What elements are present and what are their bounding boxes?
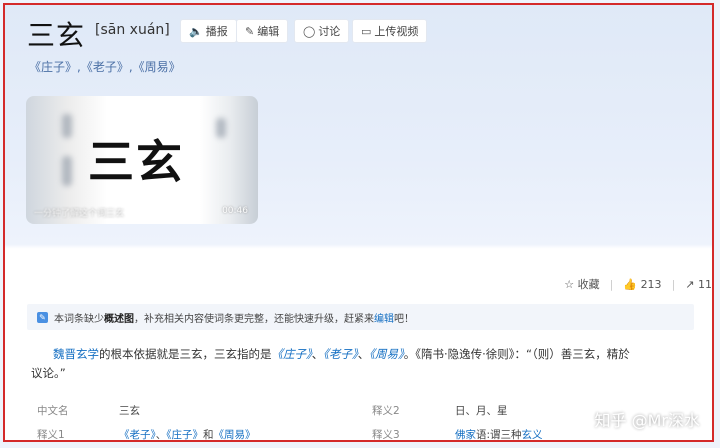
edit-label: 编辑 bbox=[257, 25, 280, 38]
like-count: 213 bbox=[640, 277, 662, 291]
zhouyi-link[interactable]: 《周易》 bbox=[369, 347, 404, 361]
info-xuanyi-link[interactable]: 玄义 bbox=[522, 429, 543, 440]
thumbs-up-icon: 👍 bbox=[623, 277, 638, 291]
page-frame: 三玄 [sān xuán] 🔈 播报 ✎ 编辑 ◯ 讨论 ▭ 上传视频 《庄子》… bbox=[3, 3, 714, 442]
video-thumbnail[interactable]: 三玄 一分钟了解这个词三玄 00:46 bbox=[26, 96, 258, 224]
divider: | bbox=[609, 277, 614, 291]
collect-button[interactable]: ☆ 收藏 bbox=[564, 276, 599, 292]
info-zhuangzi-link[interactable]: 《庄子》 bbox=[166, 429, 203, 440]
speaker-icon: 🔈 bbox=[189, 24, 203, 38]
video-title: 三玄 bbox=[88, 135, 184, 189]
para-sep: 、 bbox=[357, 347, 370, 361]
share-icon: ↗ bbox=[685, 277, 695, 291]
discuss-button[interactable]: ◯ 讨论 bbox=[294, 19, 350, 43]
info-label-meaning1: 释义1 bbox=[37, 429, 65, 441]
video-caption: 一分钟了解这个词三玄 bbox=[34, 209, 125, 219]
pinyin: [sān xuán] bbox=[95, 22, 170, 38]
action-bar: ☆ 收藏 | 👍 213 | ↗ 11 bbox=[564, 276, 712, 292]
laozi-link[interactable]: 《老子》 bbox=[323, 347, 358, 361]
info-sep: 、 bbox=[155, 429, 167, 441]
para-sep: 、 bbox=[311, 347, 324, 361]
edit-button[interactable]: ✎ 编辑 bbox=[236, 19, 289, 43]
star-icon: ☆ bbox=[564, 278, 575, 291]
notice-edit-link[interactable]: 编辑 bbox=[374, 310, 394, 325]
notice-bar: ✎ 本词条缺少 概述图 ，补充相关内容使词条更完整，还能快速升级，赶紧来 编辑 … bbox=[27, 304, 694, 330]
page-title: 三玄 bbox=[27, 19, 86, 52]
info-label-chinese-name: 中文名 bbox=[37, 405, 69, 417]
upload-video-label: 上传视频 bbox=[374, 25, 419, 38]
zhihu-watermark: 知乎 @Mr深水 bbox=[594, 411, 700, 430]
info-laozi-link[interactable]: 《老子》 bbox=[119, 429, 156, 440]
video-blur-shade bbox=[62, 156, 72, 186]
notice-prefix: 本词条缺少 bbox=[54, 313, 104, 325]
info-buddhism-link[interactable]: 佛家 bbox=[455, 429, 476, 440]
pencil-icon: ✎ bbox=[37, 311, 48, 323]
video-blur-shade bbox=[62, 114, 72, 138]
video-icon: ▭ bbox=[361, 24, 372, 38]
share-count: 11 bbox=[698, 277, 712, 291]
related-books-subtitle: 《庄子》,《老子》,《周易》 bbox=[29, 60, 181, 74]
video-blur-shade bbox=[216, 118, 226, 138]
zhuangzi-link[interactable]: 《庄子》 bbox=[272, 347, 312, 361]
info-value-meaning2: 日、月、星 bbox=[455, 405, 508, 417]
share-button[interactable]: ↗ 11 bbox=[685, 278, 712, 291]
info-and: 和 bbox=[203, 429, 214, 441]
info-value-chinese-name: 三玄 bbox=[119, 405, 140, 417]
summary-paragraph: 魏晋玄学的根本依据就是三玄，三玄指的是《庄子》、《老子》、《周易》。《隋书·隐逸… bbox=[31, 345, 699, 383]
para-text3: 议论。” bbox=[31, 366, 66, 380]
edit-icon: ✎ bbox=[245, 24, 255, 38]
para-text2: 。《隋书·隐逸传·徐则》：“（则）善三玄，精於 bbox=[403, 347, 630, 361]
info-zhouyi-link[interactable]: 《周易》 bbox=[214, 429, 256, 440]
notice-suffix: 吧！ bbox=[394, 313, 414, 325]
broadcast-button[interactable]: 🔈 播报 bbox=[180, 19, 237, 43]
para-text1: 的根本依据就是三玄，三玄指的是 bbox=[99, 347, 272, 361]
divider: | bbox=[671, 277, 676, 291]
discuss-label: 讨论 bbox=[318, 25, 341, 38]
info-meaning3-text: 语:谓三种 bbox=[476, 429, 522, 441]
upload-video-button[interactable]: ▭ 上传视频 bbox=[352, 19, 428, 43]
broadcast-label: 播报 bbox=[205, 25, 228, 38]
info-label-meaning2: 释义2 bbox=[372, 405, 400, 417]
like-button[interactable]: 👍 213 bbox=[623, 278, 661, 291]
notice-middle: ，补充相关内容使词条更完整，还能快速升级，赶紧来 bbox=[134, 313, 374, 325]
collect-label: 收藏 bbox=[577, 278, 600, 291]
video-duration: 00:46 bbox=[222, 206, 248, 216]
info-label-meaning3: 释义3 bbox=[372, 429, 400, 441]
notice-bold: 概述图 bbox=[104, 313, 134, 325]
comment-icon: ◯ bbox=[303, 24, 316, 38]
wei-jin-xuanxue-link[interactable]: 魏晋玄学 bbox=[53, 347, 99, 361]
